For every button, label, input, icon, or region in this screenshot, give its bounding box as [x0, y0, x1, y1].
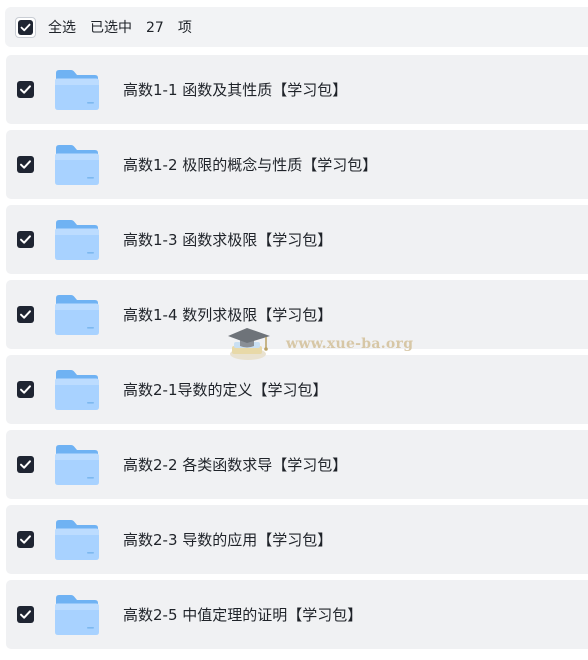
item-checkbox[interactable]: [17, 531, 34, 548]
folder-icon: [54, 369, 100, 411]
item-name[interactable]: 高数2-2 各类函数求导【学习包】: [123, 454, 347, 475]
item-checkbox[interactable]: [17, 381, 34, 398]
selection-toolbar: 全选 已选中 27 项: [5, 7, 588, 47]
item-checkbox[interactable]: [17, 81, 34, 98]
item-name[interactable]: 高数1-2 极限的概念与性质【学习包】: [123, 154, 377, 175]
item-name[interactable]: 高数1-1 函数及其性质【学习包】: [123, 79, 347, 100]
list-item[interactable]: 高数2-2 各类函数求导【学习包】: [6, 430, 588, 499]
item-name[interactable]: 高数1-3 函数求极限【学习包】: [123, 229, 332, 250]
selected-prefix: 已选中: [90, 20, 132, 36]
list-item[interactable]: 高数1-3 函数求极限【学习包】: [6, 205, 588, 274]
selection-status: 全选 已选中 27 项: [48, 17, 192, 37]
list-item[interactable]: 高数1-2 极限的概念与性质【学习包】: [6, 130, 588, 199]
list-item[interactable]: 高数1-4 数列求极限【学习包】: [6, 280, 588, 349]
folder-icon: [54, 519, 100, 561]
folder-icon: [54, 294, 100, 336]
folder-icon: [54, 144, 100, 186]
list-item[interactable]: 高数1-1 函数及其性质【学习包】: [6, 55, 588, 124]
selected-count: 27: [146, 20, 164, 36]
list-item[interactable]: 高数2-3 导数的应用【学习包】: [6, 505, 588, 574]
folder-icon: [54, 69, 100, 111]
item-checkbox[interactable]: [17, 606, 34, 623]
item-name[interactable]: 高数2-5 中值定理的证明【学习包】: [123, 604, 362, 625]
select-all-checkbox[interactable]: [15, 16, 36, 38]
select-all-label[interactable]: 全选: [48, 20, 76, 36]
item-name[interactable]: 高数1-4 数列求极限【学习包】: [123, 304, 332, 325]
item-checkbox[interactable]: [17, 156, 34, 173]
selected-suffix: 项: [177, 20, 192, 36]
folder-icon: [54, 594, 100, 636]
list-item[interactable]: 高数2-1导数的定义【学习包】: [6, 355, 588, 424]
checkbox-checked-icon: [18, 19, 33, 35]
list-item[interactable]: 高数2-5 中值定理的证明【学习包】: [6, 580, 588, 649]
item-name[interactable]: 高数2-1导数的定义【学习包】: [123, 379, 328, 400]
file-list-page: 全选 已选中 27 项 高数1-1 函数及其性质【学习包】高数1-2 极限的概念与性质…: [0, 0, 588, 660]
item-checkbox[interactable]: [17, 456, 34, 473]
item-name[interactable]: 高数2-3 导数的应用【学习包】: [123, 529, 332, 550]
folder-icon: [54, 219, 100, 261]
item-checkbox[interactable]: [17, 306, 34, 323]
item-checkbox[interactable]: [17, 231, 34, 248]
folder-icon: [54, 444, 100, 486]
